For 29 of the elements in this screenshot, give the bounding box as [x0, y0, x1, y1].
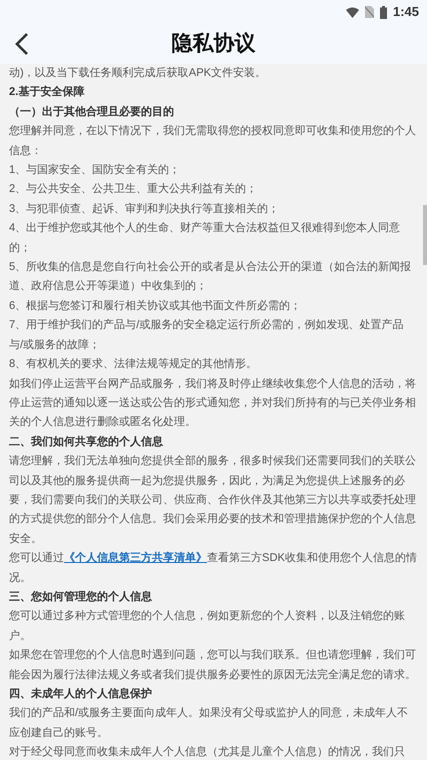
paragraph: 如我们停止运营平台网产品或服务，我们将及时停止继续收集您个人信息的活动，将停止运营的通知以逐一送达或公告的形式通知您，并对我们所持有的与已关停业务相关的个人信息进行删除或匿名化处理。 [9, 376, 417, 430]
paragraph: 1、与国家安全、国防安全有关的； [9, 162, 182, 178]
status-time: 1:45 [392, 3, 419, 22]
paragraph: 您可以通过《个人信息第三方共享清单》查看第三方SDK收集和使用您个人信息的情况。 [9, 550, 417, 586]
section-heading: 三、您如何管理您的个人信息 [9, 590, 153, 605]
scrollbar [423, 205, 427, 265]
no-sim-icon [364, 6, 374, 18]
section-heading: 2.基于安全保障 [9, 84, 86, 100]
paragraph: 6、根据与您签订和履行相关协议或其他书面文件所必需的； [9, 298, 302, 314]
paragraph: 7、用于维护我们的产品与/或服务的安全稳定运行所必需的，例如发现、处置产品与/或服务的故障； [9, 318, 404, 353]
wifi-icon [346, 6, 359, 18]
paragraph: 请您理解，我们无法单独向您提供全部的服务，很多时候我们还需要同我们的关联公司以及其他的服务提供商一起为您提供服务，因此，为满足为您提供上述服务的必要，我们需要向我们的关联公司、供应商、合作伙伴及其他第三方以共享或委托处理的方式提供您的部分个人信息。我们会采用必要的技术和管理措施保护您的个人信息安全。 [9, 454, 417, 547]
page-title: 隐私协议 [172, 30, 256, 58]
paragraph: 动)，以及当下载任务顺利完成后获取APK文件安装。 [9, 66, 268, 81]
paragraph: 2、与公共安全、公共卫生、重大公共利益有关的； [9, 182, 258, 198]
battery-icon [380, 6, 387, 18]
paragraph: 8、有权机关的要求、法律法规等规定的其他情形。 [9, 356, 258, 372]
paragraph: 您理解并同意，在以下情况下，我们无需取得您的授权同意即可收集和使用您的个人信息： [9, 124, 417, 159]
section-heading: 二、我们如何共享您的个人信息 [9, 434, 164, 450]
paragraph: 您可以通过多种方式管理您的个人信息，例如更新您的个人资料，以及注销您的账户。 [9, 608, 406, 644]
paragraph: 3、与犯罪侦查、起诉、审判和判决执行等直接相关的； [9, 202, 280, 217]
shared-list-link[interactable]: 《个人信息第三方共享清单》 [64, 552, 207, 564]
section-heading: 四、未成年人的个人信息保护 [9, 686, 153, 702]
paragraph: 4、出于维护您或其他个人的生命、财产等重大合法权益但又很难得到您本人同意的； [9, 220, 402, 256]
paragraph: 如果您在管理您的个人信息时遇到问题，您可以与我们联系。但也请您理解，我们可能会因为履行法律法规义务或者我们提供服务必要性的原因无法完全满足您的请求。 [9, 648, 417, 683]
paragraph: 我们的产品和/或服务主要面向成年人。如果没有父母或监护人的同意，未成年人不应创建自己的账号。 [9, 706, 410, 741]
paragraph: 对于经父母同意而收集未成年人个人信息（尤其是儿童个人信息）的情况，我们只 [9, 744, 406, 760]
paragraph: 5、所收集的信息是您自行向社会公开的或者是从合法公开的渠道（如合法的新闻报道、政府信息公开等渠道）中收集到的； [9, 260, 412, 294]
section-heading: （一）出于其他合理且必要的目的 [9, 104, 175, 120]
